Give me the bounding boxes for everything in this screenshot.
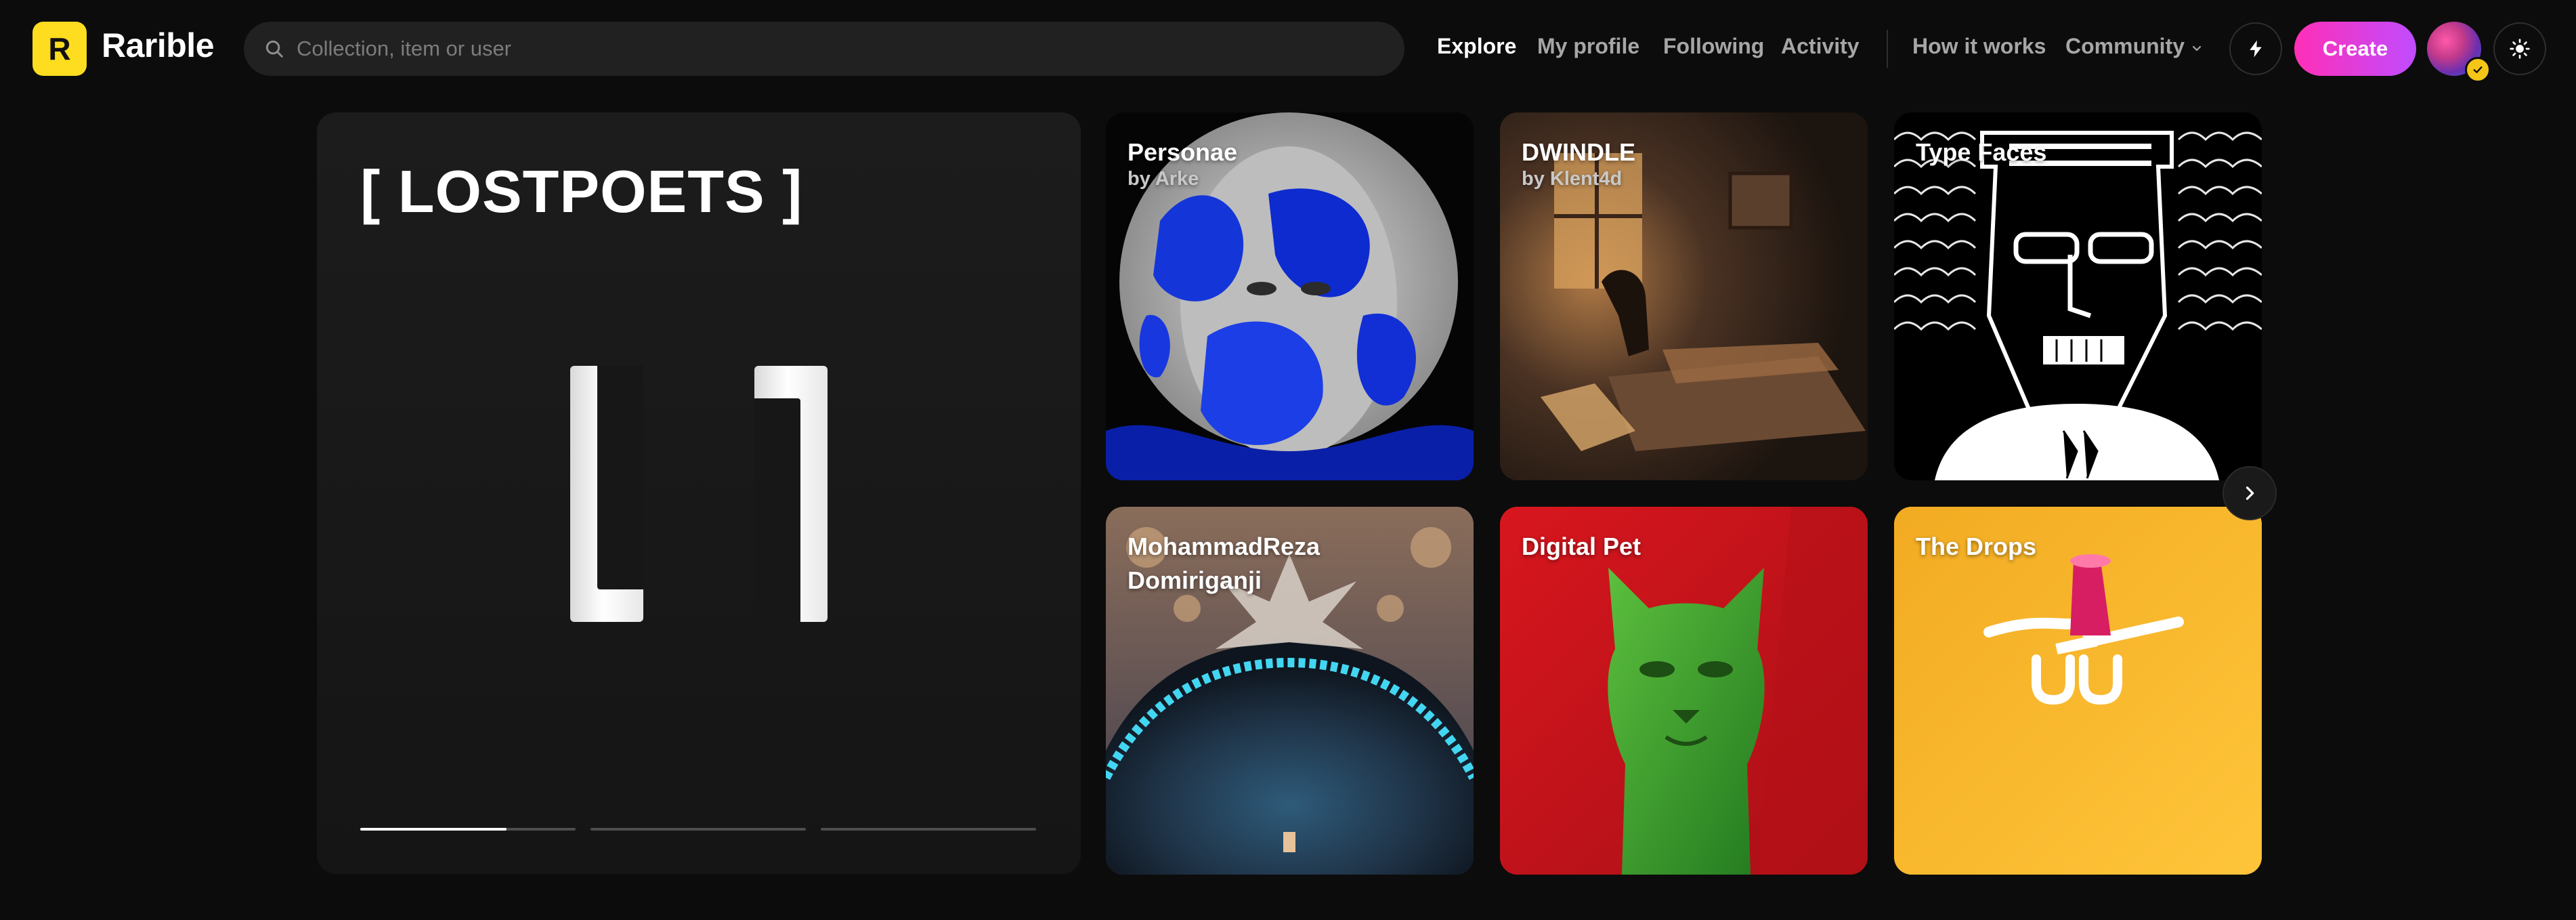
- card-creator[interactable]: by Klent4d: [1522, 168, 1622, 190]
- collection-card-dwindle[interactable]: DWINDLE by Klent4d: [1500, 112, 1868, 480]
- chevron-right-icon: [2246, 486, 2254, 500]
- card-title: MohammadReza Domiriganji: [1128, 532, 1321, 594]
- nav-my-profile[interactable]: My profile: [1537, 34, 1639, 59]
- create-button[interactable]: Create: [2294, 22, 2416, 76]
- left-bracket-art: [570, 366, 643, 622]
- brand-name[interactable]: Rarible: [102, 26, 215, 65]
- collection-card-mohammadreza[interactable]: MohammadReza Domiriganji: [1106, 507, 1474, 875]
- slide-progress-fill: [360, 828, 507, 831]
- carousel-next-button[interactable]: [2223, 466, 2277, 520]
- slide-progress-2[interactable]: [591, 828, 806, 831]
- card-title: The Drops: [1916, 532, 2037, 560]
- nav-following[interactable]: Following: [1663, 34, 1764, 59]
- slide-progress-3[interactable]: [821, 828, 1036, 831]
- verified-icon: [2465, 57, 2491, 83]
- right-bracket-art: [754, 366, 828, 622]
- collection-card-personae[interactable]: Personae by Arke: [1106, 112, 1474, 480]
- search-input[interactable]: [295, 36, 1314, 62]
- nav-activity[interactable]: Activity: [1781, 34, 1860, 59]
- search-bar[interactable]: [244, 22, 1404, 76]
- hero-title: [ LOSTPOETS ]: [360, 158, 803, 225]
- nav-how-it-works[interactable]: How it works: [1912, 34, 2046, 59]
- logo-letter: R: [48, 31, 71, 66]
- top-nav-bar: R Rarible Explore My profile Following A…: [0, 0, 2576, 98]
- card-creator[interactable]: by Arke: [1128, 168, 1199, 190]
- collection-card-the-drops[interactable]: The Drops: [1894, 507, 2262, 875]
- nav-divider: [1887, 30, 1888, 68]
- chevron-down-icon: [2192, 45, 2202, 51]
- lightning-icon: [2250, 40, 2262, 58]
- collection-card-type-faces[interactable]: Type Faces: [1894, 112, 2262, 480]
- nav-community-dropdown[interactable]: Community: [2065, 34, 2202, 59]
- card-title: Type Faces: [1916, 138, 2047, 166]
- rarible-logo[interactable]: R: [33, 22, 87, 76]
- card-title: DWINDLE: [1522, 138, 1635, 166]
- nav-explore[interactable]: Explore: [1437, 34, 1516, 59]
- sun-icon: [2510, 39, 2530, 59]
- theme-toggle-button[interactable]: [2493, 22, 2546, 75]
- slide-progress-1[interactable]: [360, 828, 576, 831]
- search-icon: [265, 40, 283, 58]
- card-title: Digital Pet: [1522, 532, 1641, 560]
- activity-lightning-button[interactable]: [2229, 22, 2282, 75]
- nav-community-label: Community: [2065, 34, 2185, 58]
- collection-card-digital-pet[interactable]: Digital Pet: [1500, 507, 1868, 875]
- card-title: Personae: [1128, 138, 1238, 166]
- featured-collection-hero[interactable]: [ LOSTPOETS ]: [317, 112, 1081, 874]
